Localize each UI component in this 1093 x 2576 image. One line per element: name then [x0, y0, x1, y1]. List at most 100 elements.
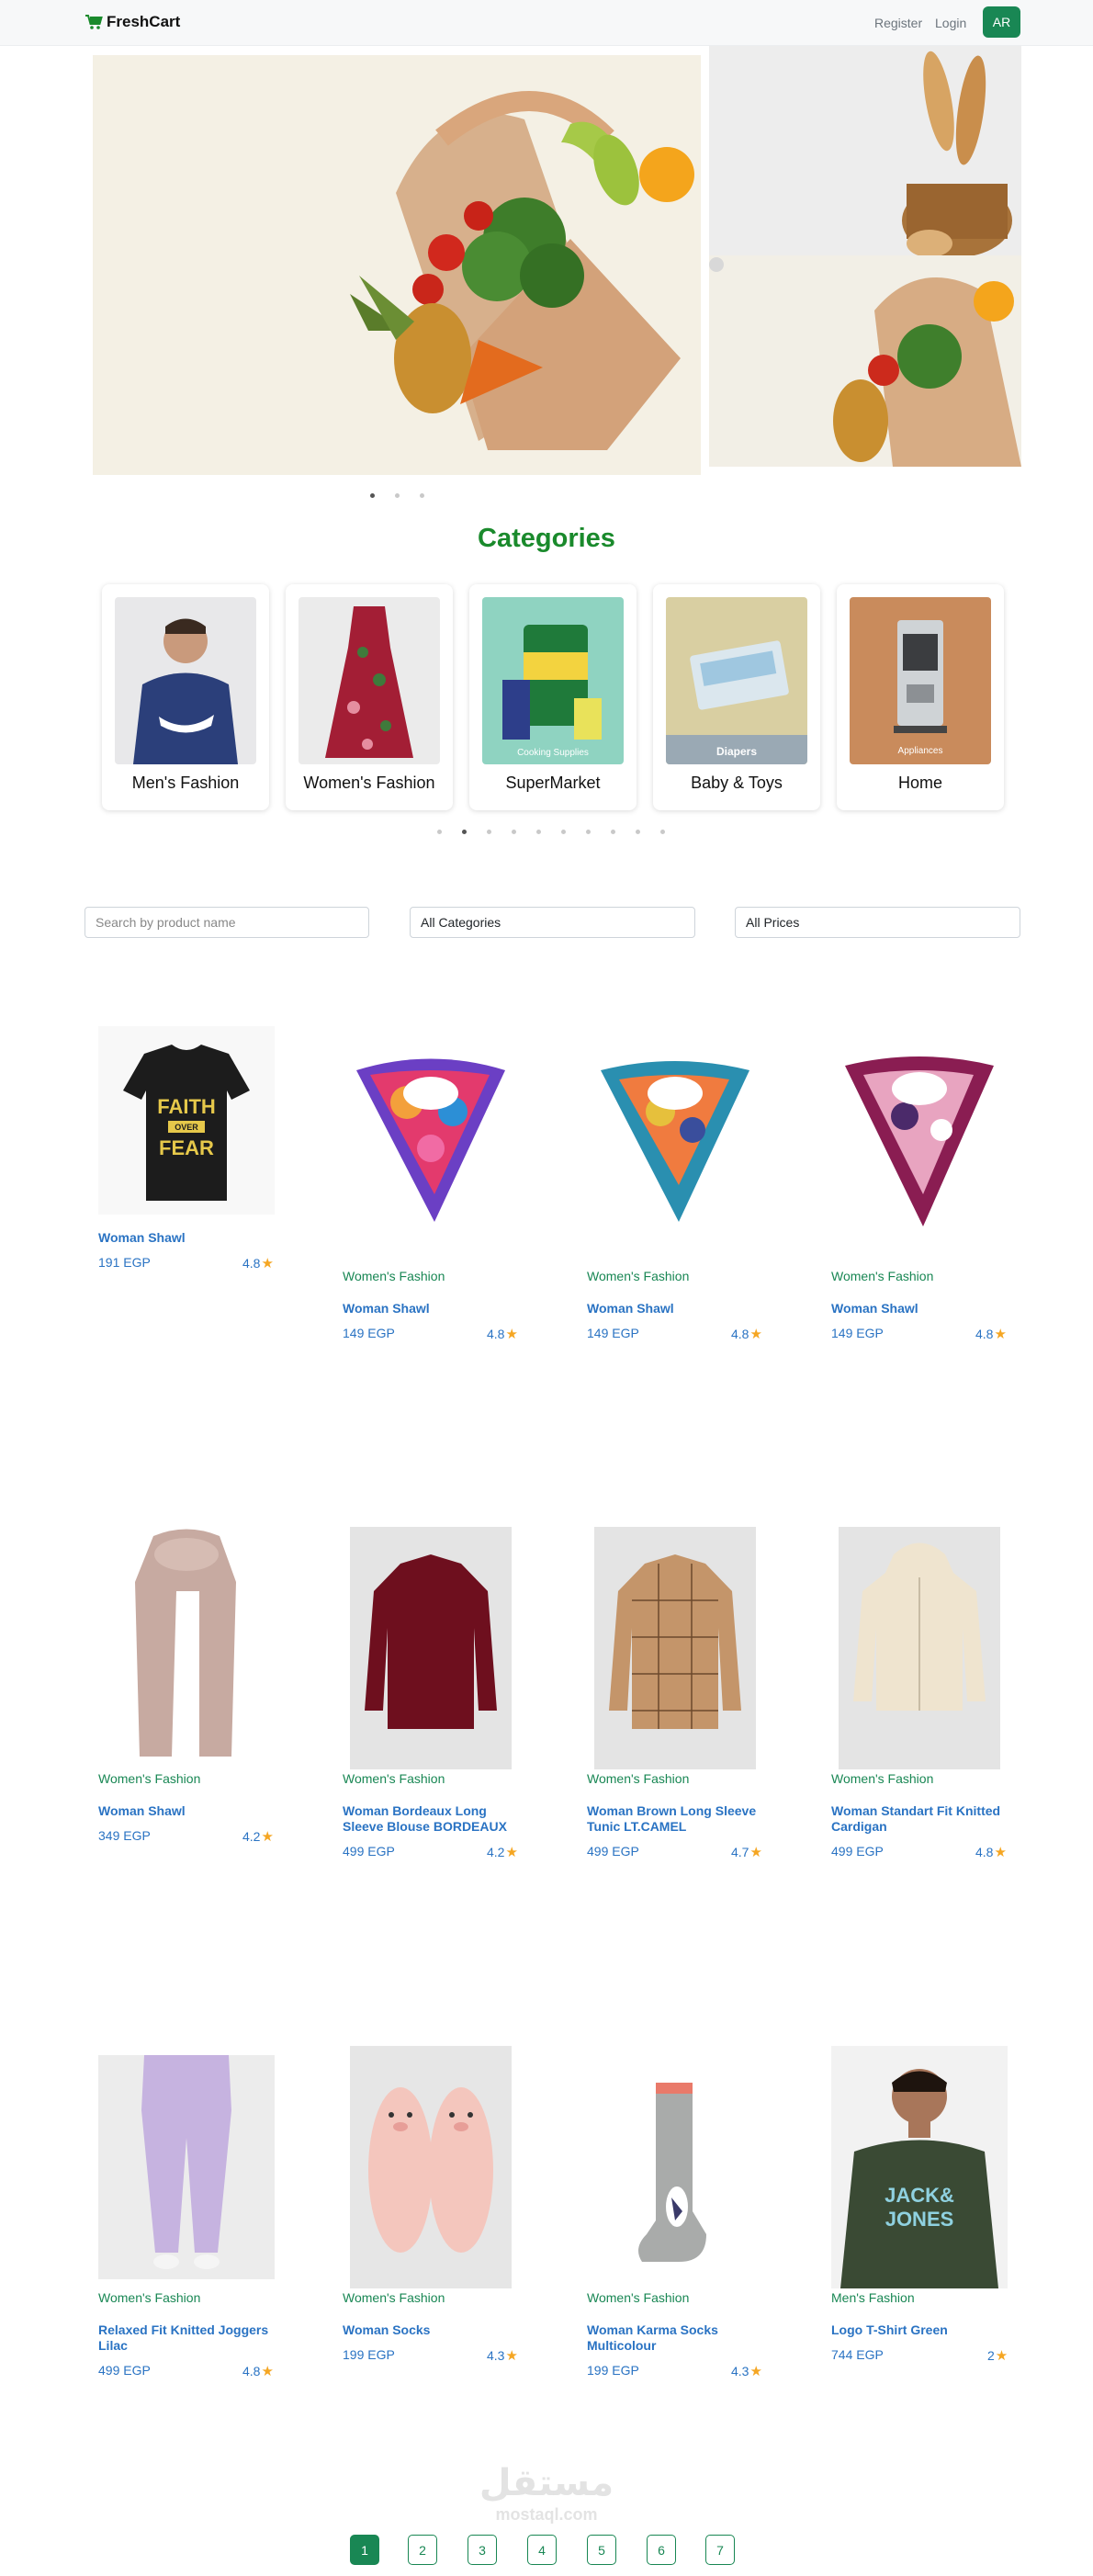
star-icon: ★ — [505, 1327, 518, 1342]
category-image: Appliances — [850, 597, 991, 764]
rating-value: 4.3 — [731, 2364, 749, 2378]
language-button[interactable]: AR — [983, 6, 1020, 38]
category-image: Diapers — [666, 597, 807, 764]
product-price: 149 EGP — [343, 1326, 395, 1340]
product-rating: 4.8 ★ — [487, 1326, 518, 1342]
product-category: Women's Fashion — [343, 1269, 445, 1283]
slider-dot[interactable] — [512, 830, 516, 834]
register-link[interactable]: Register — [874, 16, 922, 30]
rating-value: 4.8 — [975, 1327, 994, 1341]
product-image[interactable] — [98, 2055, 275, 2279]
slider-dot[interactable] — [586, 830, 591, 834]
product-image[interactable] — [587, 1047, 763, 1236]
product-image[interactable] — [350, 1527, 512, 1769]
category-name: Baby & Toys — [691, 774, 783, 792]
product-price: 499 EGP — [343, 1844, 395, 1859]
category-card-baby-toys[interactable]: Diapers Baby & Toys — [653, 584, 820, 810]
product-title[interactable]: Woman Karma Socks Multicolour — [587, 2322, 771, 2354]
category-image: Cooking Supplies — [482, 597, 624, 764]
product-title[interactable]: Logo T-Shirt Green — [831, 2322, 1015, 2338]
login-link[interactable]: Login — [935, 16, 966, 30]
slider-dot[interactable] — [636, 830, 640, 834]
slider-dot[interactable] — [437, 830, 442, 834]
watermark-latin: mostaql.com — [495, 2505, 598, 2524]
slider-dot[interactable] — [487, 830, 491, 834]
product-rating: 4.8 ★ — [975, 1326, 1007, 1342]
hero-slider-image — [93, 55, 701, 475]
product-category: Women's Fashion — [343, 1771, 445, 1786]
product-image[interactable] — [587, 2046, 763, 2288]
rating-value: 4.8 — [975, 1845, 994, 1859]
product-title[interactable]: Woman Socks — [343, 2322, 526, 2338]
product-price: 191 EGP — [98, 1255, 151, 1270]
product-image[interactable] — [831, 1047, 1008, 1236]
product-category: Men's Fashion — [831, 2290, 915, 2305]
category-card-mens-fashion[interactable]: Men's Fashion — [102, 584, 269, 810]
product-category: Women's Fashion — [98, 2290, 201, 2305]
product-image[interactable]: FAITH OVER FEAR — [98, 1026, 275, 1215]
page-button[interactable]: 2 — [408, 2535, 437, 2565]
category-image-caption: Diapers — [716, 745, 757, 758]
star-icon: ★ — [505, 1845, 518, 1860]
category-card-supermarket[interactable]: Cooking Supplies SuperMarket — [469, 584, 637, 810]
product-rating: 4.8 ★ — [975, 1844, 1007, 1860]
product-image[interactable] — [594, 1527, 756, 1769]
product-image[interactable]: JACK& JONES — [831, 2046, 1008, 2288]
product-title[interactable]: Woman Standart Fit Knitted Cardigan — [831, 1803, 1015, 1835]
star-icon: ★ — [261, 1829, 274, 1845]
rating-value: 4.8 — [487, 1327, 505, 1341]
brand-logo[interactable]: FreshCart — [85, 13, 180, 31]
page-button[interactable]: 7 — [705, 2535, 735, 2565]
star-icon: ★ — [261, 2364, 274, 2379]
tshirt-print-text: OVER — [175, 1123, 198, 1132]
star-icon: ★ — [749, 1845, 762, 1860]
product-rating: 4.3 ★ — [731, 2363, 762, 2379]
slider-dot[interactable] — [462, 830, 467, 834]
product-title[interactable]: Woman Shawl — [587, 1301, 771, 1316]
slider-dot[interactable] — [420, 493, 424, 498]
product-image[interactable] — [343, 1047, 519, 1236]
product-category: Women's Fashion — [98, 1771, 201, 1786]
product-image[interactable] — [839, 1527, 1000, 1769]
tshirt-print-text: FAITH — [157, 1095, 216, 1118]
category-image-caption: Cooking Supplies — [517, 748, 589, 758]
product-title[interactable]: Relaxed Fit Knitted Joggers Lilac — [98, 2322, 282, 2354]
category-name: Women's Fashion — [303, 774, 435, 792]
page-button[interactable]: 6 — [647, 2535, 676, 2565]
slider-dot[interactable] — [561, 830, 566, 834]
product-price: 149 EGP — [587, 1326, 639, 1340]
page-button[interactable]: 4 — [527, 2535, 557, 2565]
product-price: 499 EGP — [587, 1844, 639, 1859]
price-select[interactable]: All Prices — [735, 907, 1020, 938]
page-button[interactable]: 3 — [468, 2535, 497, 2565]
category-select[interactable]: All Categories — [410, 907, 695, 938]
slider-dot[interactable] — [611, 830, 615, 834]
page-button[interactable]: 5 — [587, 2535, 616, 2565]
rating-value: 2 — [987, 2348, 995, 2363]
product-price: 149 EGP — [831, 1326, 884, 1340]
product-price: 499 EGP — [98, 2363, 151, 2378]
product-image[interactable] — [350, 2046, 512, 2288]
product-title[interactable]: Woman Shawl — [343, 1301, 526, 1316]
slider-dot[interactable] — [370, 493, 375, 498]
category-card-home[interactable]: Appliances Home — [837, 584, 1004, 810]
product-title[interactable]: Woman Shawl — [831, 1301, 1015, 1316]
product-category: Women's Fashion — [831, 1771, 934, 1786]
page-button[interactable]: 1 — [350, 2535, 379, 2565]
category-card-womens-fashion[interactable]: Women's Fashion — [286, 584, 453, 810]
product-title[interactable]: Woman Shawl — [98, 1803, 282, 1819]
product-title[interactable]: Woman Brown Long Sleeve Tunic LT.CAMEL — [587, 1803, 771, 1835]
slider-dot[interactable] — [395, 493, 400, 498]
product-category: Women's Fashion — [343, 2290, 445, 2305]
search-input[interactable]: Search by product name — [85, 907, 369, 938]
product-price: 499 EGP — [831, 1844, 884, 1859]
product-rating: 4.2 ★ — [242, 1828, 274, 1845]
slider-dot[interactable] — [536, 830, 541, 834]
product-image[interactable] — [98, 1527, 275, 1761]
watermark-arabic: مستقل — [479, 2463, 614, 2503]
slider-dot[interactable] — [660, 830, 665, 834]
product-title[interactable]: Woman Shawl — [98, 1230, 282, 1246]
product-title[interactable]: Woman Bordeaux Long Sleeve Blouse BORDEA… — [343, 1803, 526, 1835]
product-category: Women's Fashion — [587, 1269, 690, 1283]
brand-name: FreshCart — [107, 13, 181, 30]
